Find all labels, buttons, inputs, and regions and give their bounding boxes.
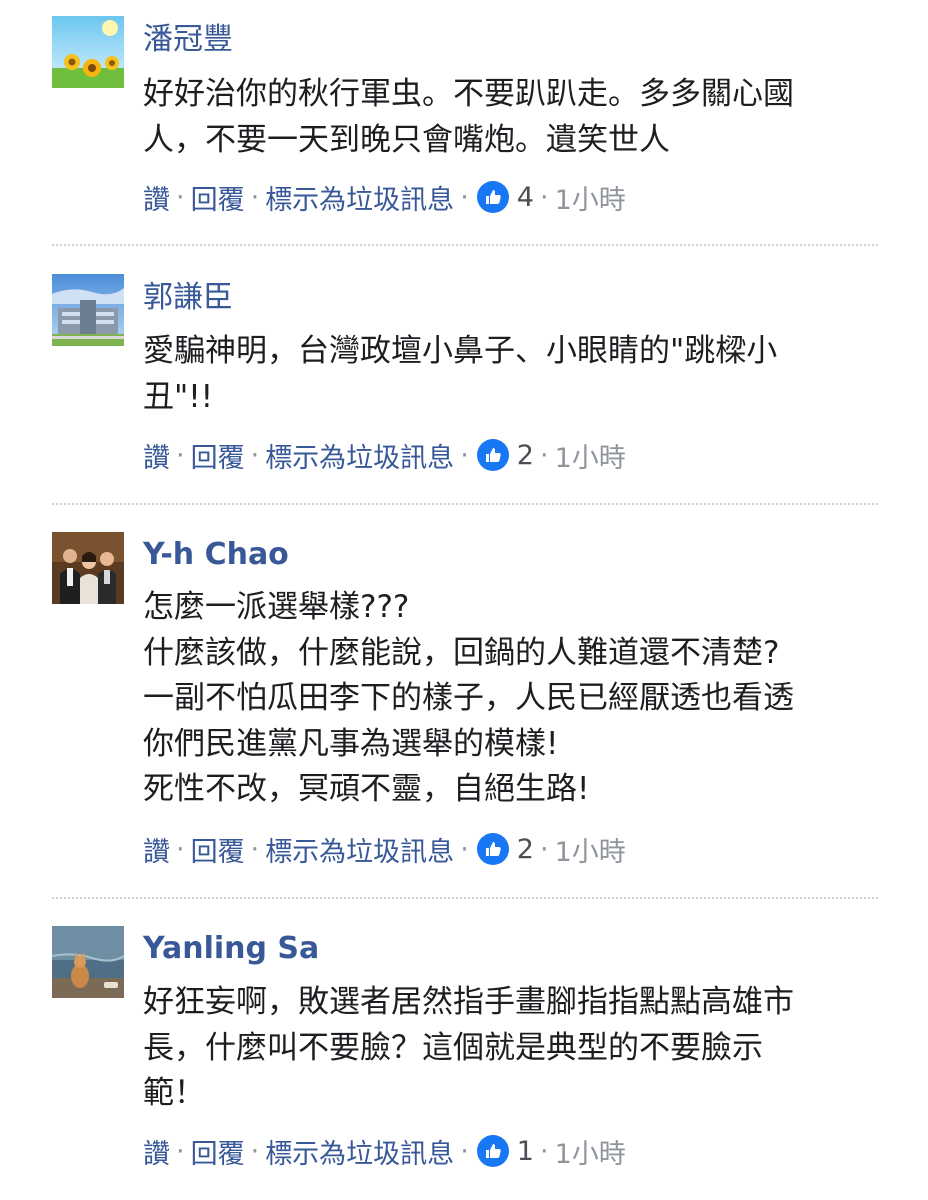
mark-as-spam-button[interactable]: 標示為垃圾訊息 [265,830,454,869]
like-button[interactable]: 讚 [143,1132,170,1171]
comment-line: 愛騙神明，台灣政壇小鼻子、小眼睛的"跳樑小 [143,333,778,369]
separator-dot: · [460,181,469,213]
thumbs-up-icon[interactable] [476,181,509,213]
separator-dot: · [250,439,260,471]
reply-button[interactable]: 回覆 [191,436,245,475]
separator-dot: · [176,1135,185,1167]
comment-actions: 讚 · 回覆 · 標示為垃圾訊息 · 2 · 1小時 [143,435,626,475]
separator-dot: · [539,1135,549,1167]
comment-line: 人，不要一天到晚只會嘴炮。遺笑世人 [143,121,670,158]
sunflower-field-avatar-icon [52,16,124,88]
comment-line: 長，什麼叫不要臉？這個就是典型的不要臉示 [143,1029,763,1066]
separator-dot: · [539,439,549,471]
comment-actions: 讚 · 回覆 · 標示為垃圾訊息 · 1 · 1小時 [143,1131,626,1171]
avatar[interactable] [52,532,124,604]
comment-line: 範！ [143,1075,205,1111]
comment-author[interactable]: 郭謙臣 [143,280,233,316]
separator-dot: · [250,181,260,213]
group-photo-avatar-icon [52,532,124,604]
reaction-count[interactable]: 4 [517,182,534,213]
comment-divider [52,503,878,505]
separator-dot: · [176,181,185,213]
reply-button[interactable]: 回覆 [191,178,245,217]
thumbs-up-icon[interactable] [476,833,509,865]
mark-as-spam-button[interactable]: 標示為垃圾訊息 [265,436,454,475]
separator-dot: · [176,833,185,865]
comment-body: 怎麼一派選舉樣??? 什麼該做，什麼能說，回鍋的人難道還不清楚? 一副不怕瓜田李… [143,585,883,813]
timestamp[interactable]: 1小時 [555,178,626,217]
like-button[interactable]: 讚 [143,830,170,869]
comment-divider [52,244,878,246]
comment-line: 好好治你的秋行軍虫。不要趴趴走。多多關心國 [143,76,794,112]
comment-line: 一副不怕瓜田李下的樣子，人民已經厭透也看透 [143,680,794,716]
building-avatar-icon [52,274,124,346]
reply-button[interactable]: 回覆 [191,830,245,869]
separator-dot: · [250,1135,260,1167]
avatar[interactable] [52,16,124,88]
comment-line: 什麼該做，什麼能說，回鍋的人難道還不清楚? [143,634,780,671]
reaction-count[interactable]: 2 [517,440,534,471]
comment-author[interactable]: Y-h Chao [143,537,289,573]
comment-line: 好狂妄啊，敗選者居然指手畫腳指指點點高雄市 [143,984,794,1020]
separator-dot: · [460,439,469,471]
comment-author[interactable]: Yanling Sa [143,931,319,967]
separator-dot: · [176,439,185,471]
avatar[interactable] [52,926,124,998]
comment-body: 好狂妄啊，敗選者居然指手畫腳指指點點高雄市 長，什麼叫不要臉？這個就是典型的不要… [143,980,883,1117]
cat-by-water-avatar-icon [52,926,124,998]
comment-thread: 潘冠豐 好好治你的秋行軍虫。不要趴趴走。多多關心國 人，不要一天到晚只會嘴炮。遺… [0,0,928,1200]
mark-as-spam-button[interactable]: 標示為垃圾訊息 [265,1132,454,1171]
reply-button[interactable]: 回覆 [191,1132,245,1171]
avatar[interactable] [52,274,124,346]
separator-dot: · [460,1135,469,1167]
comment-body: 愛騙神明，台灣政壇小鼻子、小眼睛的"跳樑小 丑"!! [143,329,883,420]
mark-as-spam-button[interactable]: 標示為垃圾訊息 [265,178,454,217]
comment-body: 好好治你的秋行軍虫。不要趴趴走。多多關心國 人，不要一天到晚只會嘴炮。遺笑世人 [143,72,883,163]
comment-author[interactable]: 潘冠豐 [143,22,233,58]
separator-dot: · [250,833,260,865]
like-button[interactable]: 讚 [143,178,170,217]
comment-line: 怎麼一派選舉樣??? [143,589,410,625]
comment-line: 你們民進黨凡事為選舉的模樣! [143,725,559,762]
thumbs-up-icon[interactable] [476,439,509,471]
timestamp[interactable]: 1小時 [555,1132,626,1171]
comment-actions: 讚 · 回覆 · 標示為垃圾訊息 · 2 · 1小時 [143,829,626,869]
comment-line: 丑"!! [143,378,214,415]
comment-divider [52,897,878,899]
separator-dot: · [539,833,549,865]
reaction-count[interactable]: 2 [517,834,534,865]
comment-actions: 讚 · 回覆 · 標示為垃圾訊息 · 4 · 1小時 [143,177,626,217]
timestamp[interactable]: 1小時 [555,830,626,869]
reaction-count[interactable]: 1 [517,1136,534,1167]
separator-dot: · [460,833,469,865]
comment-line: 死性不改，冥頑不靈，自絕生路! [143,771,590,807]
timestamp[interactable]: 1小時 [555,436,626,475]
separator-dot: · [539,181,549,213]
like-button[interactable]: 讚 [143,436,170,475]
thumbs-up-icon[interactable] [476,1135,509,1167]
